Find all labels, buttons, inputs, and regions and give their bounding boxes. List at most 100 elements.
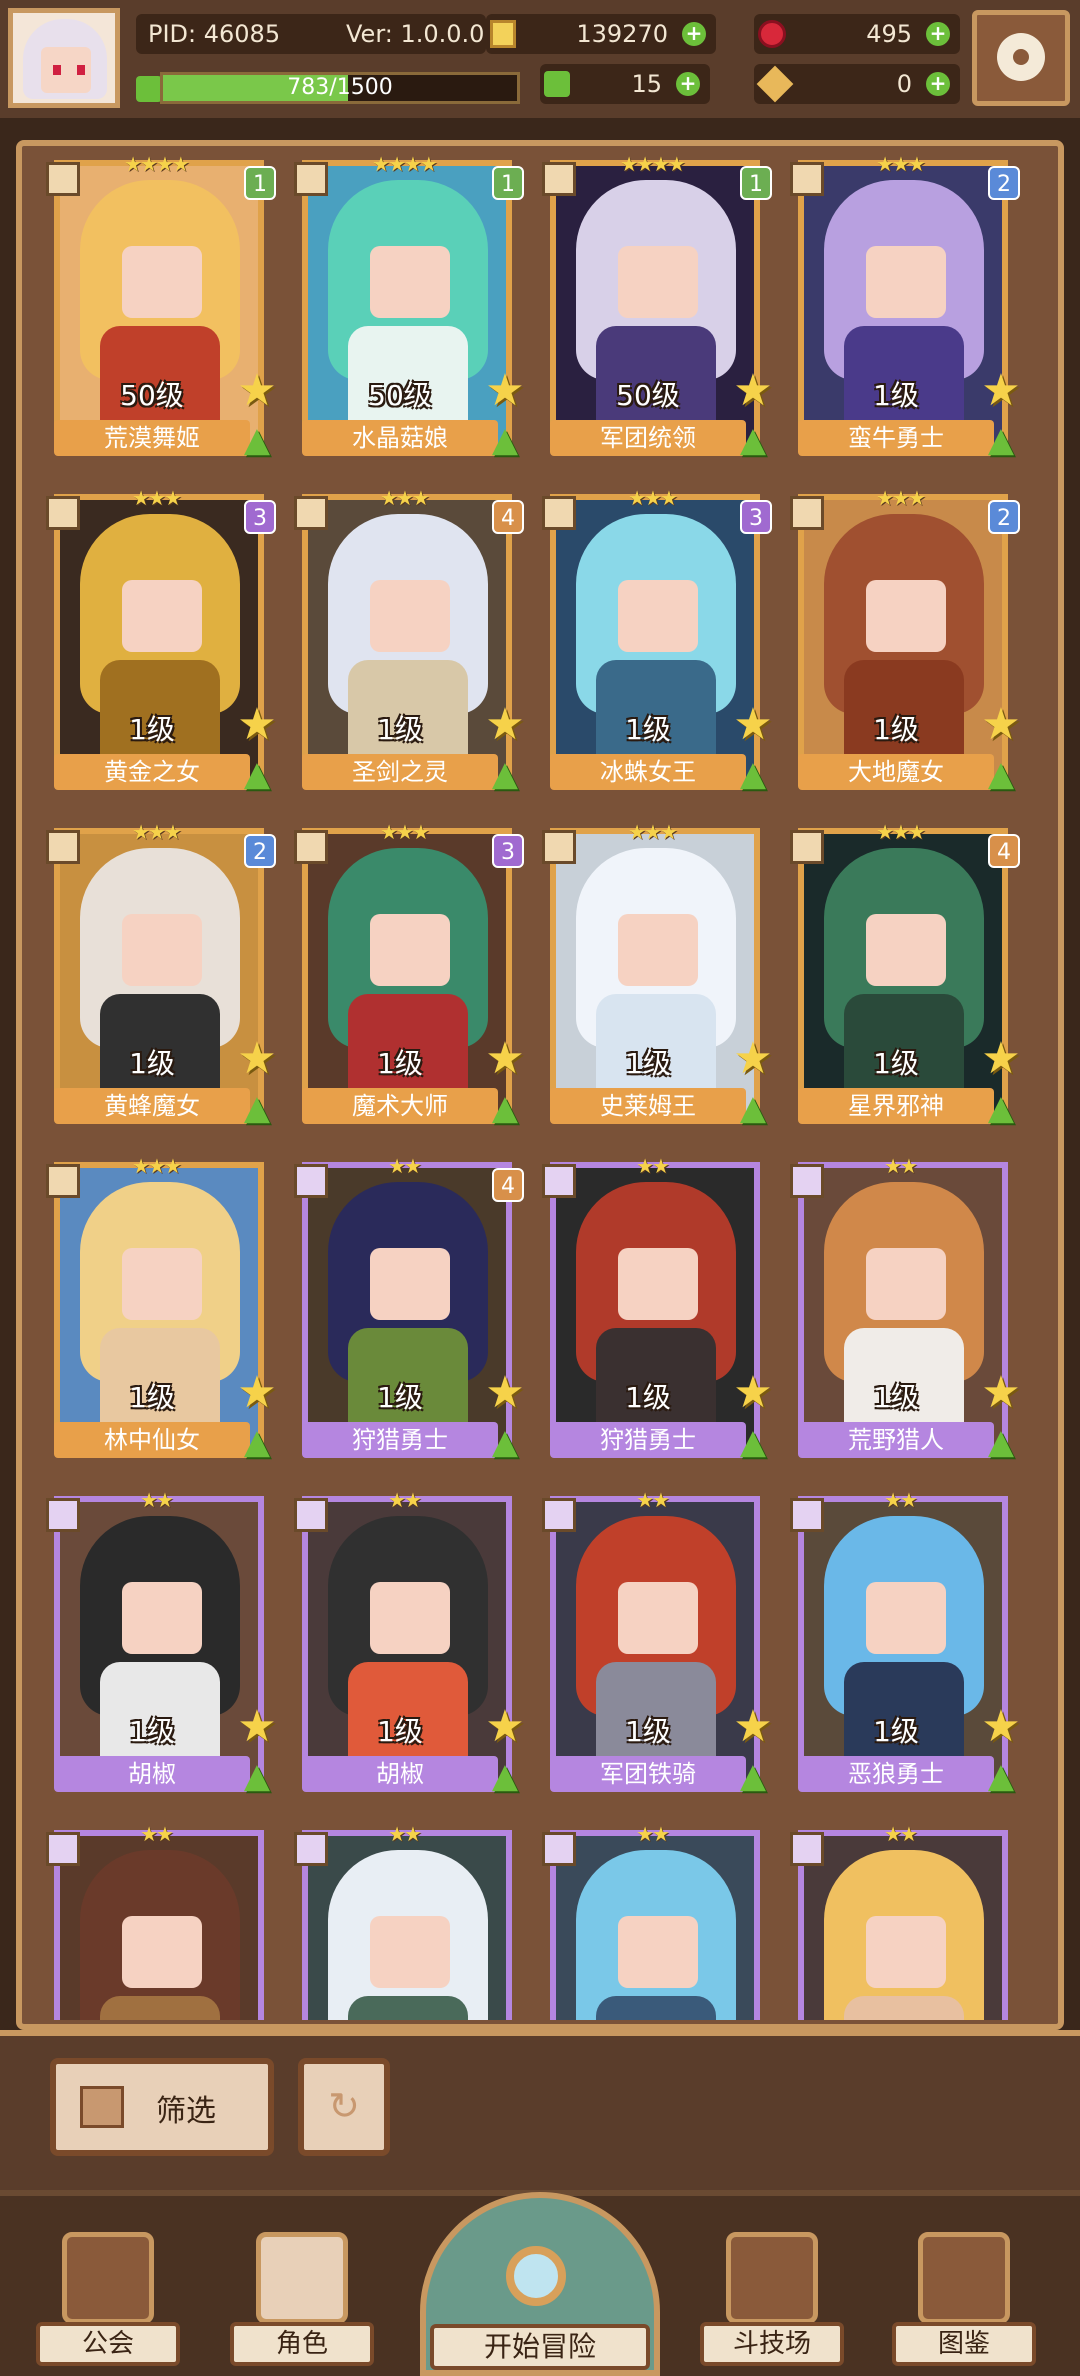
level-up-arrow-icon[interactable]: ▲ xyxy=(236,1756,278,1796)
rarity-stars: ★★ xyxy=(884,1822,918,1846)
character-card[interactable]: ★★★ 3 1级 黄金之女 ★ ▲ xyxy=(36,486,284,804)
character-card[interactable]: ★★★★ 1 50级 荒漠舞姬 ★ ▲ xyxy=(36,152,284,470)
guild-building-icon xyxy=(62,2232,154,2324)
level-up-arrow-icon[interactable]: ▲ xyxy=(732,1422,774,1462)
star-upgrade-icon[interactable]: ★ xyxy=(234,368,280,414)
level-up-arrow-icon[interactable]: ▲ xyxy=(236,420,278,460)
character-level: 1级 xyxy=(625,1715,671,1748)
rank-badge: 4 xyxy=(492,1168,524,1202)
character-card[interactable]: ★★★ 4 1级 圣剑之灵 ★ ▲ xyxy=(284,486,532,804)
card-frame xyxy=(54,1830,264,2020)
character-portrait xyxy=(556,1836,754,2020)
character-card[interactable]: ★★★ 3 1级 冰蛛女王 ★ ▲ xyxy=(532,486,780,804)
star-upgrade-icon[interactable]: ★ xyxy=(978,1036,1024,1082)
level-up-arrow-icon[interactable]: ▲ xyxy=(484,1756,526,1796)
character-card[interactable]: ★★★ 2 1级 大地魔女 ★ ▲ xyxy=(780,486,1028,804)
add-keys-plus-icon[interactable]: + xyxy=(926,72,950,96)
character-card[interactable]: ★★ 1级 恶狼勇士 ★ ▲ xyxy=(780,1488,1028,1806)
character-name: 胡椒 xyxy=(302,1756,498,1792)
character-card[interactable]: ★★ 1级 狩猎勇士 ★ ▲ xyxy=(532,1154,780,1472)
star-upgrade-icon[interactable]: ★ xyxy=(482,1370,528,1416)
class-icon xyxy=(46,1498,80,1532)
nav-arena[interactable]: 斗技场 xyxy=(692,2222,852,2376)
level-up-arrow-icon[interactable]: ▲ xyxy=(980,1756,1022,1796)
level-up-arrow-icon[interactable]: ▲ xyxy=(732,1088,774,1128)
character-level: 1级 xyxy=(873,1047,919,1080)
character-grid[interactable]: ★★★★ 1 50级 荒漠舞姬 ★ ▲ ★★★★ 1 50级 水晶菇娘 ★ ▲ ★★★★ 1 50级 军团统领… xyxy=(36,152,1046,2020)
character-card[interactable]: ★★ xyxy=(780,1822,1028,2020)
character-card[interactable]: ★★★ 4 1级 星界邪神 ★ ▲ xyxy=(780,820,1028,1138)
gem-counter: 495 + xyxy=(754,14,960,54)
star-upgrade-icon[interactable]: ★ xyxy=(482,702,528,748)
character-card[interactable]: ★★★ 1级 林中仙女 ★ ▲ xyxy=(36,1154,284,1472)
filter-button[interactable]: 筛选 xyxy=(50,2058,274,2156)
level-up-arrow-icon[interactable]: ▲ xyxy=(236,754,278,794)
star-upgrade-icon[interactable]: ★ xyxy=(730,702,776,748)
character-card[interactable]: ★★★★ 1 50级 军团统领 ★ ▲ xyxy=(532,152,780,470)
star-upgrade-icon[interactable]: ★ xyxy=(234,702,280,748)
level-up-arrow-icon[interactable]: ▲ xyxy=(732,754,774,794)
character-card[interactable]: ★★ 1级 胡椒 ★ ▲ xyxy=(36,1488,284,1806)
star-upgrade-icon[interactable]: ★ xyxy=(978,368,1024,414)
level-up-arrow-icon[interactable]: ▲ xyxy=(732,1756,774,1796)
star-upgrade-icon[interactable]: ★ xyxy=(482,1036,528,1082)
rarity-stars: ★★★ xyxy=(380,820,430,844)
nav-character[interactable]: 角色 xyxy=(222,2222,382,2376)
star-upgrade-icon[interactable]: ★ xyxy=(978,702,1024,748)
nav-start-adventure[interactable]: 开始冒险 xyxy=(410,2192,670,2376)
character-card[interactable]: ★★ 1级 胡椒 ★ ▲ xyxy=(284,1488,532,1806)
level-up-arrow-icon[interactable]: ▲ xyxy=(980,1088,1022,1128)
add-gems-plus-icon[interactable]: + xyxy=(926,22,950,46)
rarity-stars: ★★ xyxy=(636,1822,670,1846)
player-avatar[interactable] xyxy=(8,8,120,108)
rarity-stars: ★★★ xyxy=(876,820,926,844)
nav-guild[interactable]: 公会 xyxy=(28,2222,188,2376)
star-upgrade-icon[interactable]: ★ xyxy=(730,1370,776,1416)
star-upgrade-icon[interactable]: ★ xyxy=(234,1370,280,1416)
character-card[interactable]: ★★★ 2 1级 蛮牛勇士 ★ ▲ xyxy=(780,152,1028,470)
star-upgrade-icon[interactable]: ★ xyxy=(482,368,528,414)
refresh-button[interactable]: ↻ xyxy=(298,2058,390,2156)
character-card[interactable]: ★★ xyxy=(532,1822,780,2020)
character-card[interactable]: ★★ xyxy=(284,1822,532,2020)
nav-codex[interactable]: 图鉴 xyxy=(884,2222,1044,2376)
character-card[interactable]: ★★★ 3 1级 魔术大师 ★ ▲ xyxy=(284,820,532,1138)
class-icon xyxy=(790,1164,824,1198)
level-up-arrow-icon[interactable]: ▲ xyxy=(732,420,774,460)
character-portrait xyxy=(804,1836,1002,2020)
star-upgrade-icon[interactable]: ★ xyxy=(234,1704,280,1750)
level-up-arrow-icon[interactable]: ▲ xyxy=(980,754,1022,794)
level-up-arrow-icon[interactable]: ▲ xyxy=(236,1422,278,1462)
level-up-arrow-icon[interactable]: ▲ xyxy=(484,1088,526,1128)
rarity-stars: ★★ xyxy=(140,1822,174,1846)
character-card[interactable]: ★★ 1级 军团铁骑 ★ ▲ xyxy=(532,1488,780,1806)
add-gold-plus-icon[interactable]: + xyxy=(682,22,706,46)
character-card[interactable]: ★★★ 1级 史莱姆王 ★ ▲ xyxy=(532,820,780,1138)
class-icon xyxy=(790,162,824,196)
star-upgrade-icon[interactable]: ★ xyxy=(730,1036,776,1082)
grid-icon xyxy=(80,2086,124,2128)
settings-button[interactable] xyxy=(972,10,1070,106)
star-upgrade-icon[interactable]: ★ xyxy=(482,1704,528,1750)
character-card[interactable]: ★★★★ 1 50级 水晶菇娘 ★ ▲ xyxy=(284,152,532,470)
character-card[interactable]: ★★ 4 1级 狩猎勇士 ★ ▲ xyxy=(284,1154,532,1472)
star-upgrade-icon[interactable]: ★ xyxy=(730,1704,776,1750)
add-leaves-plus-icon[interactable]: + xyxy=(676,72,700,96)
star-upgrade-icon[interactable]: ★ xyxy=(730,368,776,414)
level-up-arrow-icon[interactable]: ▲ xyxy=(484,420,526,460)
character-card[interactable]: ★★ xyxy=(36,1822,284,2020)
level-up-arrow-icon[interactable]: ▲ xyxy=(484,754,526,794)
level-up-arrow-icon[interactable]: ▲ xyxy=(484,1422,526,1462)
rank-badge: 2 xyxy=(244,834,276,868)
level-up-arrow-icon[interactable]: ▲ xyxy=(980,420,1022,460)
rank-badge: 3 xyxy=(244,500,276,534)
star-upgrade-icon[interactable]: ★ xyxy=(234,1036,280,1082)
level-up-arrow-icon[interactable]: ▲ xyxy=(236,1088,278,1128)
star-upgrade-icon[interactable]: ★ xyxy=(978,1370,1024,1416)
character-card[interactable]: ★★★ 2 1级 黄蜂魔女 ★ ▲ xyxy=(36,820,284,1138)
class-icon xyxy=(542,830,576,864)
level-up-arrow-icon[interactable]: ▲ xyxy=(980,1422,1022,1462)
star-upgrade-icon[interactable]: ★ xyxy=(978,1704,1024,1750)
rarity-stars: ★★★ xyxy=(628,486,678,510)
character-card[interactable]: ★★ 1级 荒野猎人 ★ ▲ xyxy=(780,1154,1028,1472)
